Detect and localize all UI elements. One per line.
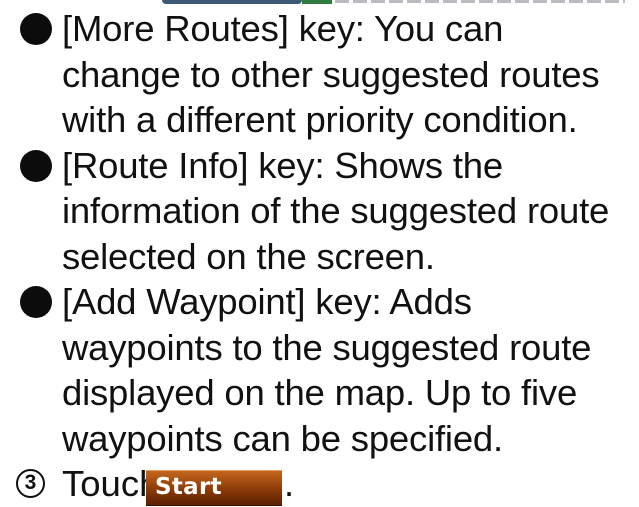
bullet-route-info: [Route Info] key: Shows the information … [0,143,639,280]
bullet-icon [20,13,52,45]
bullet-more-routes: [More Routes] key: You can change to oth… [0,6,639,143]
cropped-image-part [162,0,302,4]
bullet-icon [20,286,52,318]
step-number-badge: 3 [16,469,45,498]
bullet-text-line: selected on the screen. [62,235,435,277]
bullet-text-line: [Route Info] key: Shows the [62,144,503,186]
step-trailing-period: . [284,463,295,504]
step-text: Touch [62,463,160,504]
bullet-add-waypoint: [Add Waypoint] key: Adds waypoints to th… [0,279,639,461]
cropped-image-part [335,0,625,3]
bullet-text-line: information of the suggested route [62,190,610,231]
cropped-image-part [302,0,332,4]
bullet-text-line: change to other suggested routes [62,53,600,95]
bullet-text-line: with a different priority condition. [62,99,578,140]
bullet-text-line: waypoints to the suggested route [62,326,592,368]
bullet-icon [20,149,52,182]
bullet-text-line: waypoints can be specified. [62,417,503,459]
bullet-text-line: displayed on the map. Up to five [62,372,578,413]
manual-content: [More Routes] key: You can change to oth… [0,6,639,507]
step-touch-start: 3 Touch Start . [0,461,639,507]
bullet-text-line: [Add Waypoint] key: Adds [62,281,472,322]
bullet-text-line: [More Routes] key: You can [62,8,504,49]
